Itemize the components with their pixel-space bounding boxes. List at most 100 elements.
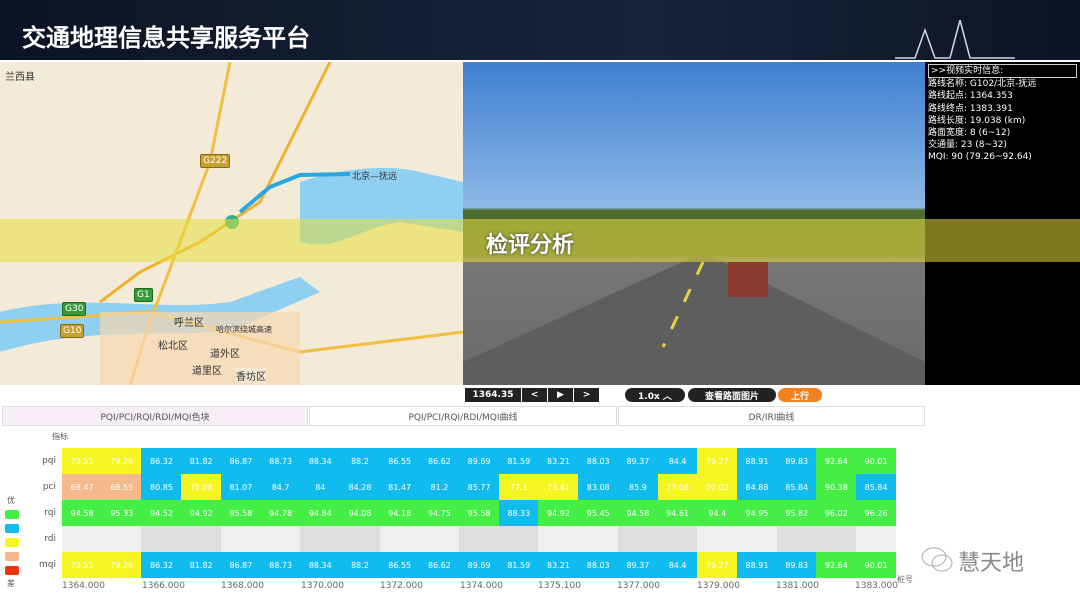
heatmap-cell[interactable]: 89.37 [617, 552, 658, 578]
heatmap-cell[interactable] [220, 526, 261, 552]
heatmap-cell[interactable]: 95.58 [459, 500, 500, 526]
heatmap-cell[interactable] [776, 526, 817, 552]
heatmap-cell[interactable]: 68.47 [62, 474, 103, 500]
heatmap-cell[interactable]: 79.26 [101, 448, 142, 474]
heatmap-cell[interactable]: 88.03 [578, 552, 619, 578]
heatmap-cell[interactable]: 90.01 [856, 552, 897, 578]
heatmap-cell[interactable]: 88.2 [339, 448, 381, 474]
heatmap-cell[interactable]: 86.32 [141, 448, 182, 474]
heatmap-cell[interactable]: 86.32 [141, 552, 182, 578]
heatmap-cell[interactable] [816, 526, 857, 552]
heatmap-cell[interactable]: 96.26 [856, 500, 897, 526]
heatmap-cell[interactable]: 95.33 [101, 500, 142, 526]
heatmap-cell[interactable]: 94.92 [181, 500, 222, 526]
heatmap-cell[interactable]: 88.73 [260, 448, 301, 474]
heatmap-cell[interactable]: 83.21 [538, 552, 579, 578]
heatmap-cell[interactable]: 79.27 [697, 448, 738, 474]
heatmap-cell[interactable] [459, 526, 500, 552]
play-button[interactable]: ▶ [548, 388, 573, 402]
heatmap-cell[interactable] [181, 526, 222, 552]
heatmap-cell[interactable]: 85.9 [617, 474, 658, 500]
heatmap-cell[interactable]: 90.38 [816, 474, 857, 500]
heatmap-cell[interactable] [578, 526, 619, 552]
heatmap-cell[interactable]: 90.01 [856, 448, 897, 474]
heatmap-cell[interactable] [260, 526, 301, 552]
heatmap-cell[interactable]: 94.4 [697, 500, 738, 526]
heatmap-cell[interactable]: 96.02 [816, 500, 857, 526]
position-field[interactable]: 1364.35 [465, 388, 521, 402]
heatmap-cell[interactable] [62, 526, 103, 552]
heatmap-cell[interactable]: 84.4 [657, 448, 698, 474]
heatmap-cell[interactable]: 81.82 [181, 552, 222, 578]
heatmap-cell[interactable] [617, 526, 658, 552]
heatmap-cell[interactable] [141, 526, 182, 552]
heatmap-cell[interactable]: 81.2 [419, 474, 460, 500]
heatmap-cell[interactable]: 94.75 [419, 500, 460, 526]
heatmap-cell[interactable]: 89.69 [459, 448, 500, 474]
heatmap-cell[interactable]: 92.64 [816, 448, 857, 474]
heatmap-cell[interactable]: 86.55 [379, 448, 420, 474]
heatmap-cell[interactable]: 70.02 [697, 474, 738, 500]
speed-button[interactable]: 1.0x ︿ [625, 388, 685, 402]
heatmap-cell[interactable]: 68.55 [101, 474, 142, 500]
view-images-button[interactable]: 查看路面图片 [688, 388, 776, 402]
heatmap-cell[interactable]: 89.83 [776, 552, 817, 578]
heatmap-cell[interactable]: 88.34 [300, 552, 341, 578]
heatmap-cell[interactable]: 86.55 [379, 552, 420, 578]
heatmap-cell[interactable]: 86.62 [419, 552, 460, 578]
heatmap-cell[interactable]: 73.41 [538, 474, 579, 500]
heatmap-cell[interactable]: 77.1 [498, 474, 539, 500]
heatmap-cell[interactable] [736, 526, 778, 552]
heatmap-cell[interactable]: 79.26 [101, 552, 142, 578]
tab-curves[interactable]: PQI/PCI/RQI/RDI/MQI曲线 [309, 406, 617, 426]
heatmap-cell[interactable]: 89.69 [459, 552, 500, 578]
heatmap-cell[interactable] [856, 526, 897, 552]
heatmap-cell[interactable]: 86.62 [419, 448, 460, 474]
heatmap-cell[interactable]: 94.18 [379, 500, 420, 526]
heatmap-cell[interactable]: 88.91 [736, 552, 778, 578]
heatmap-cell[interactable]: 79.51 [62, 448, 103, 474]
heatmap-cell[interactable]: 84 [300, 474, 341, 500]
heatmap-cell[interactable]: 94.84 [300, 500, 341, 526]
heatmap-cell[interactable]: 88.34 [300, 448, 341, 474]
heatmap-cell[interactable]: 92.64 [816, 552, 857, 578]
heatmap-cell[interactable]: 88.73 [260, 552, 301, 578]
heatmap-cell[interactable]: 88.03 [578, 448, 619, 474]
heatmap-cell[interactable]: 94.92 [538, 500, 579, 526]
heatmap-cell[interactable]: 83.21 [538, 448, 579, 474]
heatmap-cell[interactable]: 89.37 [617, 448, 658, 474]
heatmap-cell[interactable] [379, 526, 420, 552]
heatmap-cell[interactable]: 89.83 [776, 448, 817, 474]
heatmap-cell[interactable]: 81.82 [181, 448, 222, 474]
heatmap-cell[interactable]: 75.08 [181, 474, 222, 500]
heatmap-cell[interactable]: 94.08 [339, 500, 381, 526]
next-button[interactable]: > [574, 388, 599, 402]
heatmap-cell[interactable] [697, 526, 738, 552]
heatmap-cell[interactable] [339, 526, 381, 552]
heatmap-cell[interactable]: 81.59 [498, 552, 539, 578]
heatmap-cell[interactable]: 95.45 [578, 500, 619, 526]
heatmap-cell[interactable]: 79.51 [62, 552, 103, 578]
heatmap-cell[interactable] [101, 526, 142, 552]
heatmap-cell[interactable]: 95.82 [776, 500, 817, 526]
heatmap-cell[interactable]: 81.07 [220, 474, 261, 500]
heatmap-cell[interactable]: 84.88 [736, 474, 778, 500]
heatmap-cell[interactable]: 80.85 [141, 474, 182, 500]
heatmap-cell[interactable] [657, 526, 698, 552]
tab-color-blocks[interactable]: PQI/PCI/RQI/RDI/MQI色块 [2, 406, 308, 426]
heatmap-cell[interactable] [498, 526, 539, 552]
heatmap-cell[interactable]: 88.2 [339, 552, 381, 578]
prev-button[interactable]: < [522, 388, 547, 402]
heatmap-cell[interactable]: 94.58 [617, 500, 658, 526]
heatmap-cell[interactable]: 86.87 [220, 552, 261, 578]
direction-button[interactable]: 上行 [778, 388, 822, 402]
heatmap-cell[interactable]: 94.95 [736, 500, 778, 526]
heatmap-cell[interactable]: 94.58 [62, 500, 103, 526]
heatmap-cell[interactable]: 81.59 [498, 448, 539, 474]
heatmap-cell[interactable]: 85.77 [459, 474, 500, 500]
heatmap-cell[interactable] [419, 526, 460, 552]
heatmap-cell[interactable]: 95.58 [220, 500, 261, 526]
heatmap-cell[interactable]: 94.52 [141, 500, 182, 526]
heatmap-cell[interactable]: 86.87 [220, 448, 261, 474]
heatmap-cell[interactable] [300, 526, 341, 552]
